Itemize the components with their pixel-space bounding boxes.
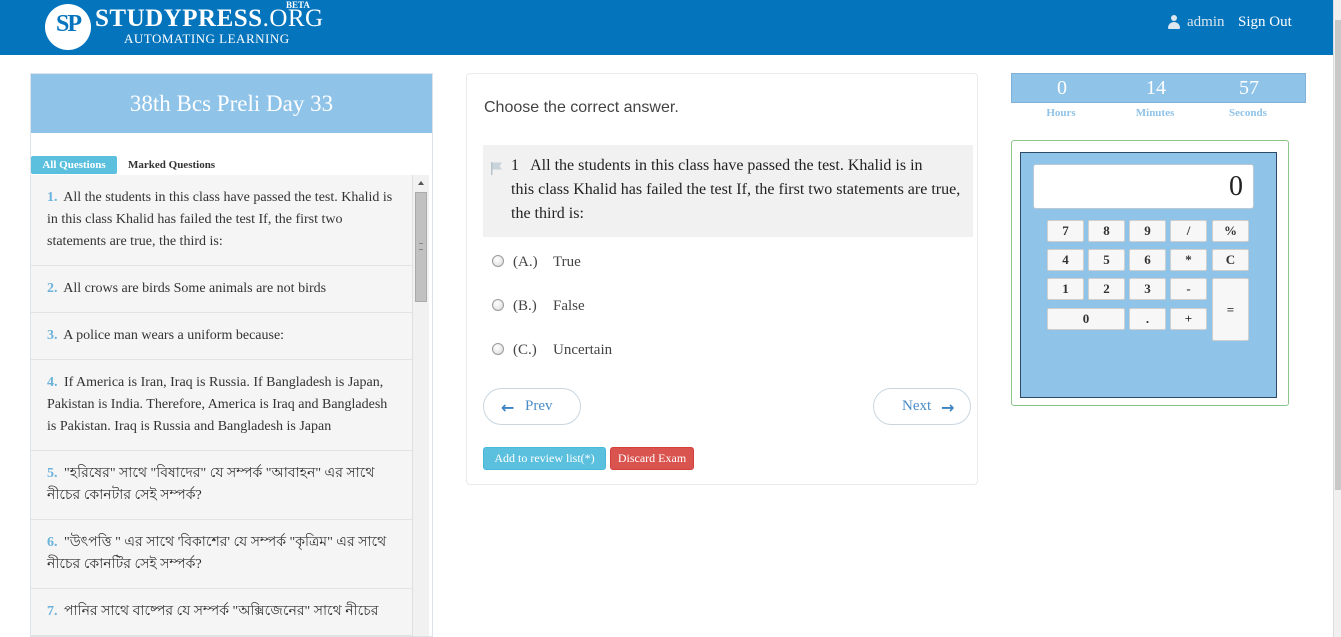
question-number: 3. bbox=[47, 328, 58, 343]
question-box: 1 All the students in this class have pa… bbox=[483, 145, 973, 237]
question-text: "হরিষের" সাথে "বিষাদের" যে সম্পর্ক "আবাহ… bbox=[47, 466, 375, 503]
calc-key-7[interactable]: 7 bbox=[1047, 220, 1084, 242]
list-item[interactable]: 7. পানির সাথে বাষ্পের যে সম্পর্ক "অক্সিজ… bbox=[31, 589, 412, 636]
option-a-label: (A.) bbox=[513, 254, 538, 270]
timer-seconds: 57 bbox=[1239, 77, 1259, 99]
option-b-label: (B.) bbox=[513, 298, 537, 314]
question-text: If America is Iran, Iraq is Russia. If B… bbox=[47, 375, 388, 434]
top-navbar: SP STUDYPRESS.ORG BETA AUTOMATING LEARNI… bbox=[0, 0, 1341, 55]
flag-icon[interactable] bbox=[490, 161, 504, 175]
calc-key-0[interactable]: 0 bbox=[1047, 308, 1125, 330]
sign-out-link[interactable]: Sign Out bbox=[1238, 14, 1292, 31]
user-icon bbox=[1168, 15, 1180, 29]
option-c-text: Uncertain bbox=[553, 342, 613, 358]
studypress-logo-icon[interactable]: SP bbox=[45, 4, 91, 50]
calc-key-minus[interactable]: - bbox=[1170, 278, 1207, 300]
calc-key-2[interactable]: 2 bbox=[1088, 278, 1125, 300]
timer-minutes: 14 bbox=[1146, 77, 1166, 99]
page-scrollbar[interactable] bbox=[1333, 0, 1341, 637]
logo-name: STUDYPRESS bbox=[95, 5, 263, 32]
calculator-display: 0 bbox=[1033, 164, 1254, 209]
calculator: 0 7 8 9 / % 4 5 6 * C 1 2 3 - 0 . + = bbox=[1011, 140, 1289, 406]
list-item[interactable]: 1. All the students in this class have p… bbox=[31, 175, 412, 266]
question-text: A police man wears a uniform because: bbox=[63, 328, 285, 343]
calc-key-3[interactable]: 3 bbox=[1129, 278, 1166, 300]
question-text: All crows are birds Some animals are not… bbox=[63, 281, 327, 296]
question-number: 6. bbox=[47, 535, 58, 550]
calc-key-clear[interactable]: C bbox=[1212, 249, 1249, 271]
timer-seconds-label: Seconds bbox=[1229, 107, 1267, 119]
calculator-body: 0 7 8 9 / % 4 5 6 * C 1 2 3 - 0 . + = bbox=[1020, 152, 1277, 398]
logo-mark: SP bbox=[55, 11, 82, 37]
option-c-label: (C.) bbox=[513, 342, 537, 358]
question-panel: Choose the correct answer. 1 All the stu… bbox=[466, 73, 978, 485]
tab-all-questions[interactable]: All Questions bbox=[31, 156, 117, 174]
question-text: All the students in this class have pass… bbox=[47, 190, 393, 249]
next-label: Next bbox=[902, 398, 932, 414]
next-button[interactable]: Next → bbox=[873, 388, 971, 425]
question-number: 4. bbox=[47, 375, 58, 390]
exam-title: 38th Bcs Preli Day 33 bbox=[31, 74, 432, 133]
countdown-timer: 0 14 57 bbox=[1011, 73, 1306, 103]
calc-key-6[interactable]: 6 bbox=[1129, 249, 1166, 271]
question-text-first-line: All the students in this class have pass… bbox=[530, 157, 923, 174]
option-a-radio[interactable] bbox=[492, 255, 504, 267]
calc-key-equals[interactable]: = bbox=[1212, 278, 1249, 341]
prev-label: Prev bbox=[525, 398, 553, 414]
question-list-scrollbar-thumb[interactable] bbox=[415, 192, 427, 302]
list-item[interactable]: 5. "হরিষের" সাথে "বিষাদের" যে সম্পর্ক "আ… bbox=[31, 451, 412, 520]
question-number: 2. bbox=[47, 281, 58, 296]
calc-key-percent[interactable]: % bbox=[1212, 220, 1249, 242]
calc-key-multiply[interactable]: * bbox=[1170, 249, 1207, 271]
prev-button[interactable]: ← Prev bbox=[483, 388, 581, 425]
calc-key-1[interactable]: 1 bbox=[1047, 278, 1084, 300]
add-to-review-button[interactable]: Add to review list(*) bbox=[483, 447, 606, 470]
question-text: পানির সাথে বাষ্পের যে সম্পর্ক "অক্সিজেনে… bbox=[64, 604, 379, 619]
question-text: "উৎপত্তি " এর সাথে 'বিকাশের' যে সম্পর্ক … bbox=[47, 535, 387, 572]
list-item[interactable]: 6. "উৎপত্তি " এর সাথে 'বিকাশের' যে সম্পর… bbox=[31, 520, 412, 589]
user-name[interactable]: admin bbox=[1187, 14, 1225, 31]
calc-key-plus[interactable]: + bbox=[1170, 308, 1207, 330]
question-list-panel: 38th Bcs Preli Day 33 All Questions Mark… bbox=[30, 73, 433, 637]
option-b-text: False bbox=[553, 298, 585, 314]
discard-exam-button[interactable]: Discard Exam bbox=[610, 447, 694, 470]
arrow-left-icon: ← bbox=[501, 398, 515, 417]
instruction-text: Choose the correct answer. bbox=[484, 99, 679, 116]
arrow-right-icon: → bbox=[941, 398, 955, 417]
logo-tagline: AUTOMATING LEARNING bbox=[124, 31, 290, 46]
list-item[interactable]: 2. All crows are birds Some animals are … bbox=[31, 266, 412, 313]
question-number: 5. bbox=[47, 466, 58, 481]
option-c-radio[interactable] bbox=[492, 343, 504, 355]
option-a-text: True bbox=[553, 254, 581, 270]
timer-minutes-label: Minutes bbox=[1135, 107, 1175, 119]
option-b-radio[interactable] bbox=[492, 299, 504, 311]
timer-hours-label: Hours bbox=[1046, 107, 1076, 119]
tab-marked-questions[interactable]: Marked Questions bbox=[128, 156, 215, 174]
list-item[interactable]: 4. If America is Iran, Iraq is Russia. I… bbox=[31, 360, 412, 451]
page-scrollbar-thumb[interactable] bbox=[1335, 20, 1341, 490]
list-item[interactable]: 3. A police man wears a uniform because: bbox=[31, 313, 412, 360]
question-list[interactable]: 1. All the students in this class have p… bbox=[31, 175, 412, 636]
question-number: 1. bbox=[47, 190, 58, 205]
scroll-up-arrow-icon[interactable] bbox=[418, 181, 424, 185]
calc-key-5[interactable]: 5 bbox=[1088, 249, 1125, 271]
calc-key-4[interactable]: 4 bbox=[1047, 249, 1084, 271]
calc-key-9[interactable]: 9 bbox=[1129, 220, 1166, 242]
calc-key-decimal[interactable]: . bbox=[1129, 308, 1166, 330]
timer-hours: 0 bbox=[1057, 77, 1067, 99]
question-list-scrollbar[interactable] bbox=[412, 175, 429, 636]
beta-badge: BETA bbox=[286, 0, 310, 10]
question-number: 7. bbox=[47, 604, 58, 619]
question-text-rest: this class Khalid has failed the test If… bbox=[511, 181, 961, 222]
question-number: 1 bbox=[511, 157, 519, 174]
calc-key-divide[interactable]: / bbox=[1170, 220, 1207, 242]
calc-key-8[interactable]: 8 bbox=[1088, 220, 1125, 242]
question-text: 1 All the students in this class have pa… bbox=[511, 154, 966, 226]
scroll-grip-icon bbox=[419, 243, 423, 250]
